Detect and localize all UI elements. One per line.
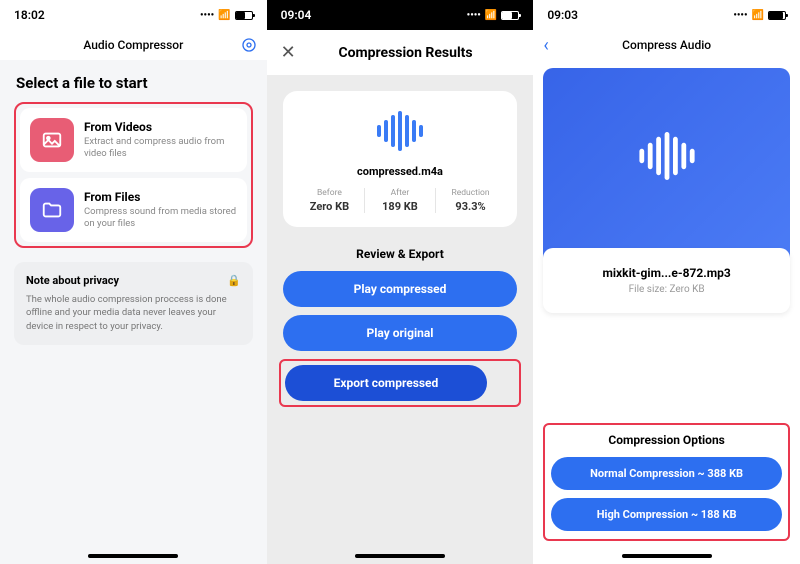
back-button[interactable]: ‹	[543, 35, 548, 56]
source-options-highlight: From Videos Extract and compress audio f…	[14, 102, 253, 248]
status-bar: 09:04 ••••📶	[267, 0, 534, 30]
close-icon[interactable]: ✕	[281, 42, 296, 63]
export-compressed-button[interactable]: Export compressed	[285, 365, 488, 401]
options-title: Compression Options	[551, 433, 782, 447]
stat-reduction: Reduction 93.3%	[436, 188, 506, 213]
navbar: ‹ Compress Audio	[533, 30, 800, 60]
image-icon	[30, 118, 74, 162]
modal-title: Compression Results	[312, 45, 500, 61]
stat-after: After 189 KB	[365, 188, 436, 213]
export-highlight: Export compressed	[279, 359, 522, 407]
status-icons: ••••📶	[200, 10, 253, 21]
normal-compression-button[interactable]: Normal Compression ~ 388 KB	[551, 457, 782, 490]
navbar: Audio Compressor	[0, 30, 267, 60]
file-name: mixkit-gim...e-872.mp3	[555, 266, 778, 280]
option-title: From Files	[84, 190, 237, 204]
screen-compress-audio: 09:03 ••••📶 ‹ Compress Audio mixkit-gim.…	[533, 0, 800, 564]
screen-compression-results: 09:04 ••••📶 ✕ Compression Results compre…	[267, 0, 534, 564]
status-bar: 18:02 ••••📶	[0, 0, 267, 30]
status-icons: ••••📶	[733, 10, 786, 21]
from-videos-card[interactable]: From Videos Extract and compress audio f…	[20, 108, 247, 172]
privacy-text: The whole audio compression proccess is …	[26, 293, 241, 333]
lock-icon: 🔒	[227, 274, 241, 287]
status-time: 09:04	[281, 8, 312, 22]
result-filename: compressed.m4a	[295, 165, 506, 178]
status-bar: 09:03 ••••📶	[533, 0, 800, 30]
settings-button[interactable]	[241, 37, 257, 53]
review-export-title: Review & Export	[267, 247, 534, 261]
home-indicator[interactable]	[622, 554, 712, 558]
status-time: 18:02	[14, 8, 45, 22]
file-size: File size: Zero KB	[555, 284, 778, 295]
audio-wave-icon	[631, 132, 703, 180]
privacy-card: Note about privacy 🔒 The whole audio com…	[14, 262, 253, 345]
compression-options-highlight: Compression Options Normal Compression ~…	[543, 423, 790, 541]
option-desc: Compress sound from media stored on your…	[84, 206, 237, 231]
folder-icon	[30, 188, 74, 232]
modal-header: ✕ Compression Results	[267, 30, 534, 75]
navbar-title: Compress Audio	[622, 38, 711, 52]
option-title: From Videos	[84, 120, 237, 134]
hero-banner	[543, 68, 790, 258]
high-compression-button[interactable]: High Compression ~ 188 KB	[551, 498, 782, 531]
home-indicator[interactable]	[355, 554, 445, 558]
option-desc: Extract and compress audio from video fi…	[84, 136, 237, 161]
navbar-title: Audio Compressor	[83, 38, 183, 52]
status-icons: ••••📶	[467, 10, 520, 21]
stats-row: Before Zero KB After 189 KB Reduction 93…	[295, 188, 506, 213]
home-indicator[interactable]	[88, 554, 178, 558]
file-info-card: mixkit-gim...e-872.mp3 File size: Zero K…	[543, 248, 790, 313]
play-compressed-button[interactable]: Play compressed	[283, 271, 518, 307]
play-original-button[interactable]: Play original	[283, 315, 518, 351]
from-files-card[interactable]: From Files Compress sound from media sto…	[20, 178, 247, 242]
status-time: 09:03	[547, 8, 578, 22]
stat-before: Before Zero KB	[295, 188, 366, 213]
result-card: compressed.m4a Before Zero KB After 189 …	[283, 91, 518, 227]
audio-wave-icon	[370, 111, 430, 151]
screen-select-file: 18:02 ••••📶 Audio Compressor Select a fi…	[0, 0, 267, 564]
privacy-title: Note about privacy	[26, 274, 119, 287]
section-title: Select a file to start	[0, 60, 267, 102]
